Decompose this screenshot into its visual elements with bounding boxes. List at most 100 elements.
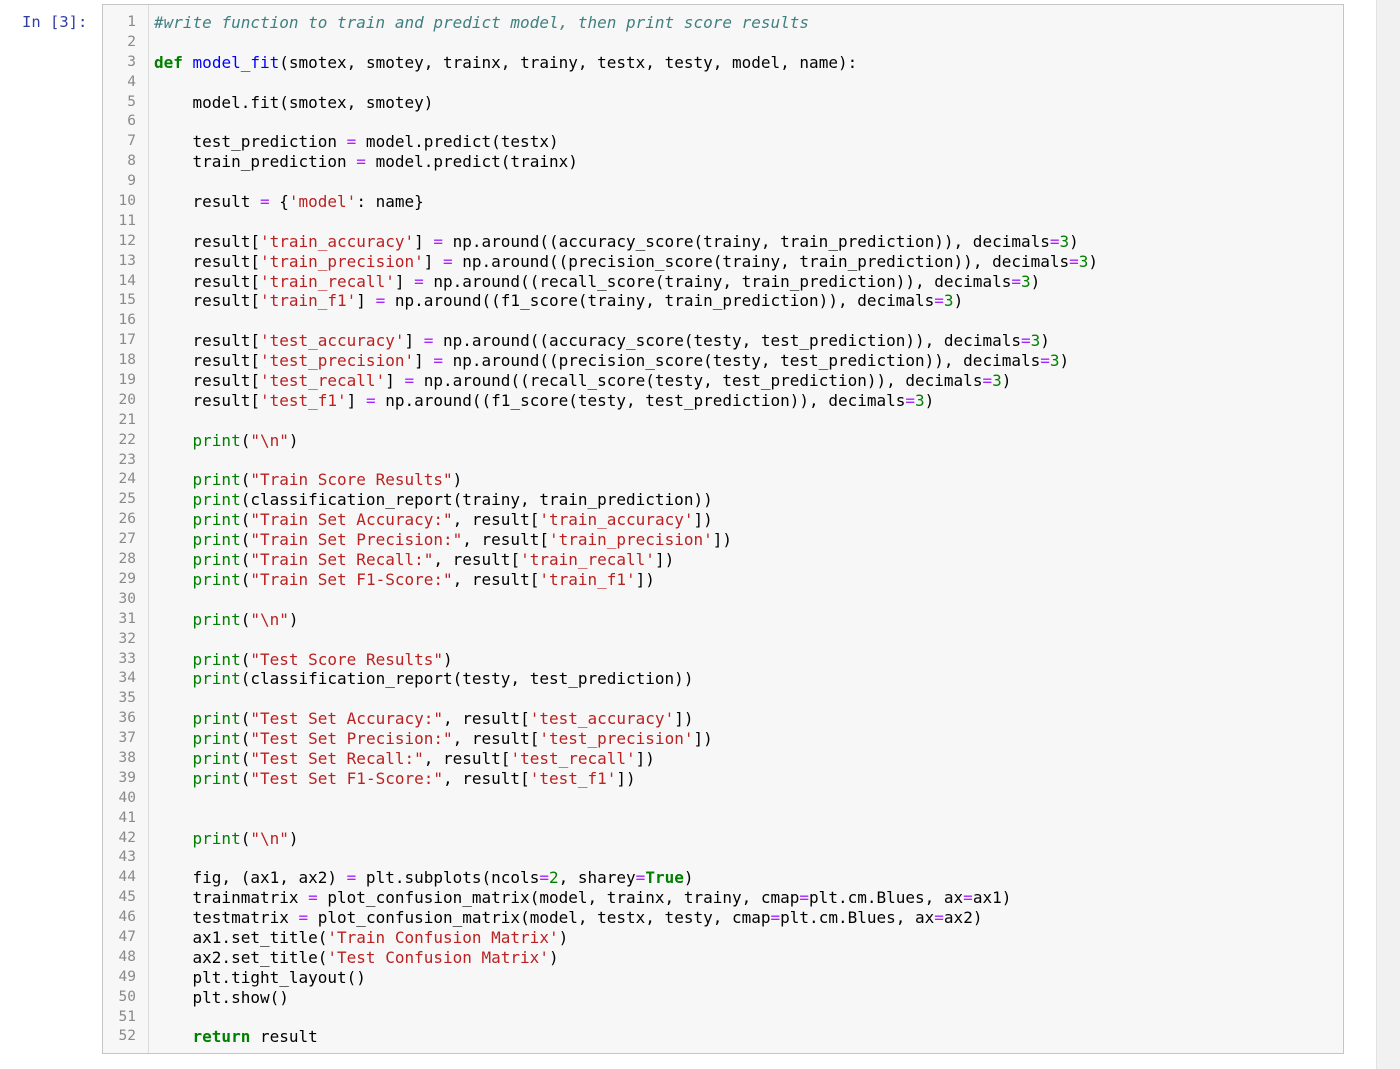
code-line[interactable]: 29 print("Train Set F1-Score:", result['…: [103, 570, 1343, 590]
code-line[interactable]: 51: [103, 1008, 1343, 1028]
code-line[interactable]: 30: [103, 590, 1343, 610]
code-line[interactable]: 40: [103, 789, 1343, 809]
code-line[interactable]: 32: [103, 630, 1343, 650]
code-token: 'train_precision': [259, 251, 424, 271]
code-text: trainmatrix = plot_confusion_matrix(mode…: [154, 888, 1012, 908]
code-line[interactable]: 2: [103, 33, 1343, 53]
code-line[interactable]: 34 print(classification_report(testy, te…: [103, 669, 1343, 689]
code-token: =: [1069, 251, 1079, 271]
code-line[interactable]: 6: [103, 112, 1343, 132]
code-token: result: [154, 192, 260, 212]
code-line[interactable]: 20 result['test_f1'] = np.around((f1_sco…: [103, 391, 1343, 411]
line-number: 46: [118, 909, 136, 926]
code-line[interactable]: 9: [103, 172, 1343, 192]
code-line[interactable]: 28 print("Train Set Recall:", result['tr…: [103, 550, 1343, 570]
code-line[interactable]: 7 test_prediction = model.predict(testx): [103, 132, 1343, 152]
code-line[interactable]: 15 result['train_f1'] = np.around((f1_sc…: [103, 291, 1343, 311]
line-number: 14: [118, 272, 136, 289]
code-token: ): [288, 609, 299, 629]
code-token: print: [192, 470, 241, 490]
code-cell[interactable]: 1 #write function to train and predict mo…: [102, 4, 1344, 1054]
code-line[interactable]: 50 plt.show(): [103, 988, 1343, 1008]
code-line[interactable]: 36 print("Test Set Accuracy:", result['t…: [103, 709, 1343, 729]
code-token: , result[: [443, 709, 530, 729]
code-line[interactable]: 43: [103, 848, 1343, 868]
code-line[interactable]: 26 print("Train Set Accuracy:", result['…: [103, 510, 1343, 530]
code-line[interactable]: 48 ax2.set_title('Test Confusion Matrix'…: [103, 948, 1343, 968]
code-line[interactable]: 8 train_prediction = model.predict(train…: [103, 152, 1343, 172]
code-token: 3: [1059, 231, 1070, 251]
code-line[interactable]: 1 #write function to train and predict mo…: [103, 13, 1343, 33]
code-token: print: [192, 748, 241, 768]
line-number: 13: [118, 252, 136, 269]
code-line[interactable]: 33 print("Test Score Results"): [103, 650, 1343, 670]
code-line[interactable]: 22 print("\n"): [103, 431, 1343, 451]
code-token: ]): [635, 748, 655, 768]
code-token: , sharey: [558, 868, 636, 888]
code-line[interactable]: 42 print("\n"): [103, 829, 1343, 849]
code-token: =: [934, 908, 944, 928]
code-line[interactable]: 21: [103, 411, 1343, 431]
code-line[interactable]: 14 result['train_recall'] = np.around((r…: [103, 272, 1343, 292]
code-line[interactable]: 47 ax1.set_title('Train Confusion Matrix…: [103, 928, 1343, 948]
scrollbar-track[interactable]: [1376, 0, 1400, 1069]
code-line[interactable]: 35: [103, 689, 1343, 709]
code-token: ): [288, 828, 299, 848]
code-token: (: [240, 768, 251, 788]
code-token: fig, (ax1, ax2): [154, 868, 347, 888]
code-token: print: [192, 709, 241, 729]
code-token: 'train_f1': [259, 291, 357, 311]
line-number: 31: [118, 610, 136, 627]
code-token: np.around((precision_score(trainy, train…: [452, 251, 1070, 271]
code-line[interactable]: 10 result = {'model': name}: [103, 192, 1343, 212]
code-text: print("Test Set F1-Score:", result['test…: [154, 769, 636, 789]
code-token: ]: [385, 371, 405, 391]
code-token: =: [905, 390, 916, 410]
code-token: np.around((accuracy_score(trainy, train_…: [443, 231, 1050, 251]
code-line[interactable]: 27 print("Train Set Precision:", result[…: [103, 530, 1343, 550]
code-line[interactable]: 44 fig, (ax1, ax2) = plt.subplots(ncols=…: [103, 868, 1343, 888]
code-line[interactable]: 37 print("Test Set Precision:", result['…: [103, 729, 1343, 749]
code-token: =: [770, 908, 781, 928]
code-line[interactable]: 16: [103, 311, 1343, 331]
code-token: 'train_accuracy': [259, 231, 415, 251]
code-line[interactable]: 13 result['train_precision'] = np.around…: [103, 252, 1343, 272]
code-line[interactable]: 5 model.fit(smotex, smotey): [103, 93, 1343, 113]
line-number: 51: [118, 1008, 136, 1025]
code-token: =: [414, 271, 424, 291]
line-number: 40: [118, 789, 136, 806]
code-token: "Train Score Results": [250, 470, 453, 490]
code-line[interactable]: 25 print(classification_report(trainy, t…: [103, 490, 1343, 510]
code-line[interactable]: 46 testmatrix = plot_confusion_matrix(mo…: [103, 908, 1343, 928]
code-line[interactable]: 18 result['test_precision'] = np.around(…: [103, 351, 1343, 371]
code-token: =: [934, 291, 944, 311]
code-token: model.predict(testx): [356, 132, 559, 152]
code-editor[interactable]: 1 #write function to train and predict mo…: [103, 13, 1343, 1047]
line-number: 36: [118, 710, 136, 727]
code-line[interactable]: 23: [103, 451, 1343, 471]
code-token: ]): [635, 569, 655, 589]
code-line[interactable]: 38 print("Test Set Recall:", result['tes…: [103, 749, 1343, 769]
code-line[interactable]: 41: [103, 809, 1343, 829]
code-line[interactable]: 31 print("\n"): [103, 610, 1343, 630]
code-line[interactable]: 19 result['test_recall'] = np.around((re…: [103, 371, 1343, 391]
code-line[interactable]: 45 trainmatrix = plot_confusion_matrix(m…: [103, 888, 1343, 908]
code-token: 'test_accuracy': [259, 331, 405, 351]
code-line[interactable]: 12 result['train_accuracy'] = np.around(…: [103, 232, 1343, 252]
code-line[interactable]: 52 return result: [103, 1027, 1343, 1047]
code-line[interactable]: 4: [103, 73, 1343, 93]
code-line[interactable]: 49 plt.tight_layout(): [103, 968, 1343, 988]
code-text: ax1.set_title('Train Confusion Matrix'): [154, 928, 569, 948]
code-line[interactable]: 11: [103, 212, 1343, 232]
code-text: testmatrix = plot_confusion_matrix(model…: [154, 908, 983, 928]
code-token: ): [1088, 251, 1099, 271]
code-line[interactable]: 3 def model_fit(smotex, smotey, trainx, t…: [103, 53, 1343, 73]
code-line[interactable]: 39 print("Test Set F1-Score:", result['t…: [103, 769, 1343, 789]
code-token: 'model': [288, 192, 357, 212]
code-line[interactable]: 17 result['test_accuracy'] = np.around((…: [103, 331, 1343, 351]
code-line[interactable]: 24 print("Train Score Results"): [103, 470, 1343, 490]
